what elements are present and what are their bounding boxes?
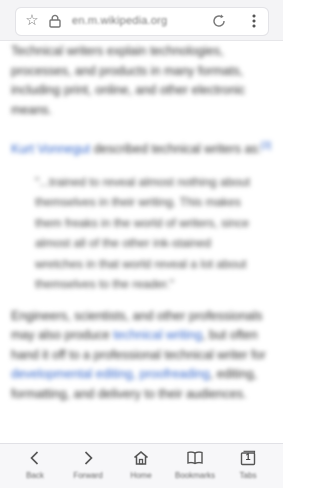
bookmark-star-icon[interactable]: ☆ [24,13,40,29]
editing-link[interactable]: developmental editing, proofreading [11,367,210,381]
forward-button[interactable]: Forward [60,444,116,488]
chevron-right-icon [79,449,97,467]
url-text[interactable]: en.m.wikipedia.org [72,15,167,27]
home-icon [132,449,150,467]
tab-count: 1 [245,452,251,462]
forward-label: Forward [73,471,103,480]
browser-bottom-toolbar: Back Forward Home Bookmarks 1 Tabs [0,443,283,488]
paragraph-3: Engineers, scientists, and other profess… [11,307,273,405]
back-label: Back [26,471,44,480]
tabs-icon: 1 [239,449,257,467]
article-content: Technical writers explain technologies, … [11,40,273,443]
tabs-label: Tabs [239,471,257,480]
reload-icon[interactable] [210,12,228,30]
address-bar[interactable]: ☆ en.m.wikipedia.org [15,7,269,36]
paragraph-2-text: described technical writers as: [90,142,262,157]
back-button[interactable]: Back [7,444,63,488]
blockquote: "...trained to reveal almost nothing abo… [35,174,251,292]
lock-icon [48,13,62,29]
reference-link[interactable]: [3] [261,140,271,150]
bookmarks-label: Bookmarks [174,471,215,480]
technical-writing-link[interactable]: technical writing [113,328,202,342]
paragraph-1: Technical writers explain technologies, … [11,44,246,117]
bookmarks-button[interactable]: Bookmarks [167,444,223,488]
browser-top-bar: ☆ en.m.wikipedia.org [0,0,283,41]
more-menu-icon[interactable] [247,12,261,30]
kurt-vonnegut-link[interactable]: Kurt Vonnegut [11,142,90,156]
home-button[interactable]: Home [113,444,169,488]
paragraph-2: Kurt Vonnegut described technical writer… [11,136,273,160]
tabs-button[interactable]: 1 Tabs [220,444,276,488]
chevron-left-icon [26,449,44,467]
book-icon [186,449,204,467]
home-label: Home [130,471,152,480]
